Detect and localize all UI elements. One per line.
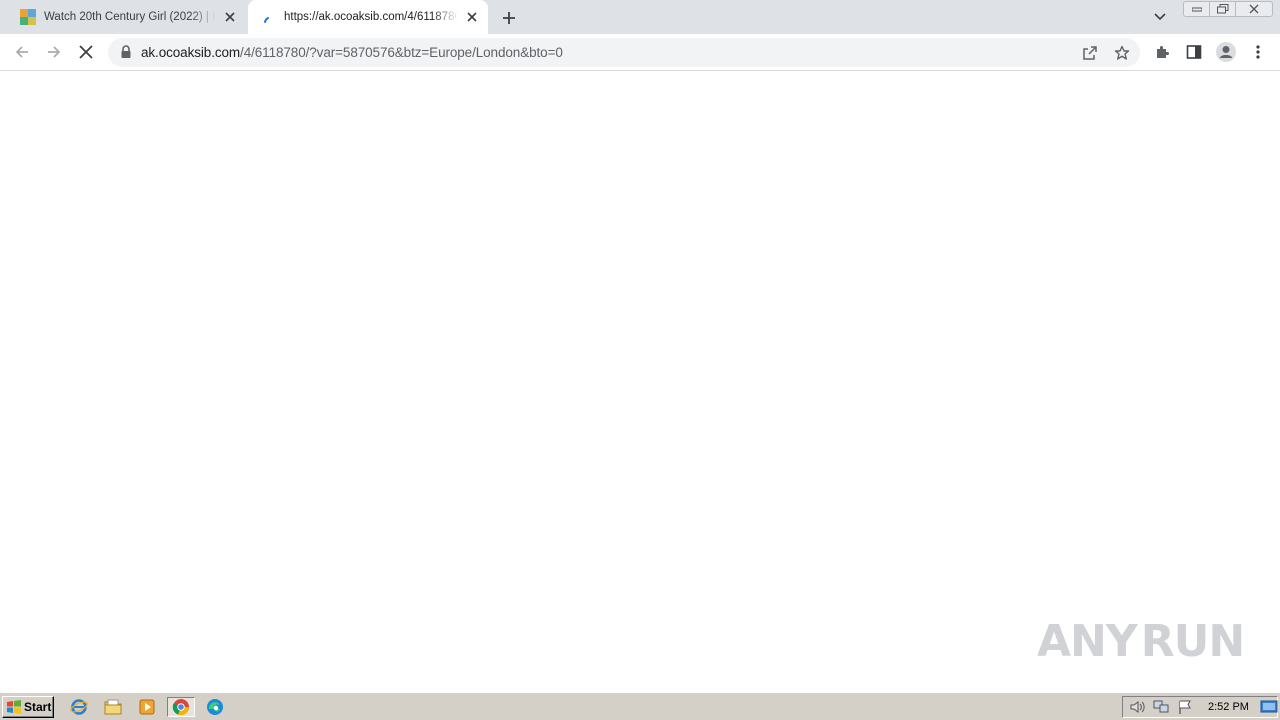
system-tray bbox=[1122, 696, 1278, 718]
internet-explorer-icon[interactable] bbox=[68, 697, 90, 717]
chevron-down-icon[interactable] bbox=[1150, 8, 1170, 26]
page-content bbox=[0, 72, 1280, 692]
url-path: /4/6118780/?var=5870576&btz=Europe/Londo… bbox=[240, 45, 563, 60]
start-label: Start bbox=[24, 700, 52, 714]
file-explorer-icon[interactable] bbox=[102, 697, 124, 717]
tab-close-icon[interactable] bbox=[464, 9, 480, 25]
side-panel-icon[interactable] bbox=[1181, 39, 1207, 65]
minimize-button[interactable] bbox=[1183, 1, 1209, 17]
tab-active[interactable]: https://ak.ocoaksib.com/4/6118780/ bbox=[248, 0, 488, 34]
new-tab-plus-icon[interactable] bbox=[498, 7, 520, 29]
show-desktop-icon[interactable] bbox=[1260, 700, 1278, 714]
colorful-favicon-icon bbox=[20, 9, 36, 25]
start-button[interactable]: Start bbox=[2, 696, 54, 718]
tab-close-icon[interactable] bbox=[222, 9, 238, 25]
clock[interactable]: 2:52 PM bbox=[1208, 701, 1249, 713]
watermark-right-text: RUN bbox=[1140, 615, 1245, 667]
media-player-icon[interactable] bbox=[136, 697, 158, 717]
extensions-puzzle-icon[interactable] bbox=[1149, 39, 1175, 65]
windows-flag-icon bbox=[7, 700, 21, 714]
profile-avatar-icon[interactable] bbox=[1213, 39, 1239, 65]
tab-strip: Watch 20th Century Girl (2022) | Kor htt… bbox=[0, 0, 1280, 34]
menu-kebab-icon[interactable] bbox=[1245, 39, 1271, 65]
edge-icon[interactable] bbox=[204, 697, 226, 717]
tab-title: https://ak.ocoaksib.com/4/6118780/ bbox=[284, 11, 458, 23]
network-icon[interactable] bbox=[1153, 700, 1169, 714]
loading-spinner-icon bbox=[260, 9, 276, 25]
volume-icon[interactable] bbox=[1129, 700, 1145, 714]
tab-title: Watch 20th Century Girl (2022) | Kor bbox=[44, 11, 216, 23]
stop-loading-icon[interactable] bbox=[73, 39, 99, 65]
close-window-button[interactable] bbox=[1235, 1, 1273, 17]
tab-inactive[interactable]: Watch 20th Century Girl (2022) | Kor bbox=[8, 0, 246, 34]
action-center-flag-icon[interactable] bbox=[1177, 700, 1193, 714]
back-arrow-icon[interactable] bbox=[9, 39, 35, 65]
anyrun-watermark: ANY RUN bbox=[1037, 608, 1245, 674]
browser-toolbar: ak.ocoaksib.com/4/6118780/?var=5870576&b… bbox=[0, 34, 1280, 71]
url-text[interactable]: ak.ocoaksib.com/4/6118780/?var=5870576&b… bbox=[141, 45, 563, 60]
windows-taskbar: Start 2:52 PM bbox=[0, 692, 1280, 720]
share-icon[interactable] bbox=[1080, 43, 1100, 63]
url-host: ak.ocoaksib.com bbox=[141, 45, 241, 60]
restore-button[interactable] bbox=[1209, 1, 1235, 17]
watermark-left-text: ANY bbox=[1037, 615, 1138, 667]
bookmark-star-icon[interactable] bbox=[1112, 43, 1132, 63]
chrome-taskbar-icon[interactable] bbox=[167, 697, 195, 717]
lock-icon bbox=[120, 45, 132, 59]
forward-arrow-icon[interactable] bbox=[41, 39, 67, 65]
address-bar[interactable]: ak.ocoaksib.com/4/6118780/?var=5870576&b… bbox=[108, 38, 1140, 67]
